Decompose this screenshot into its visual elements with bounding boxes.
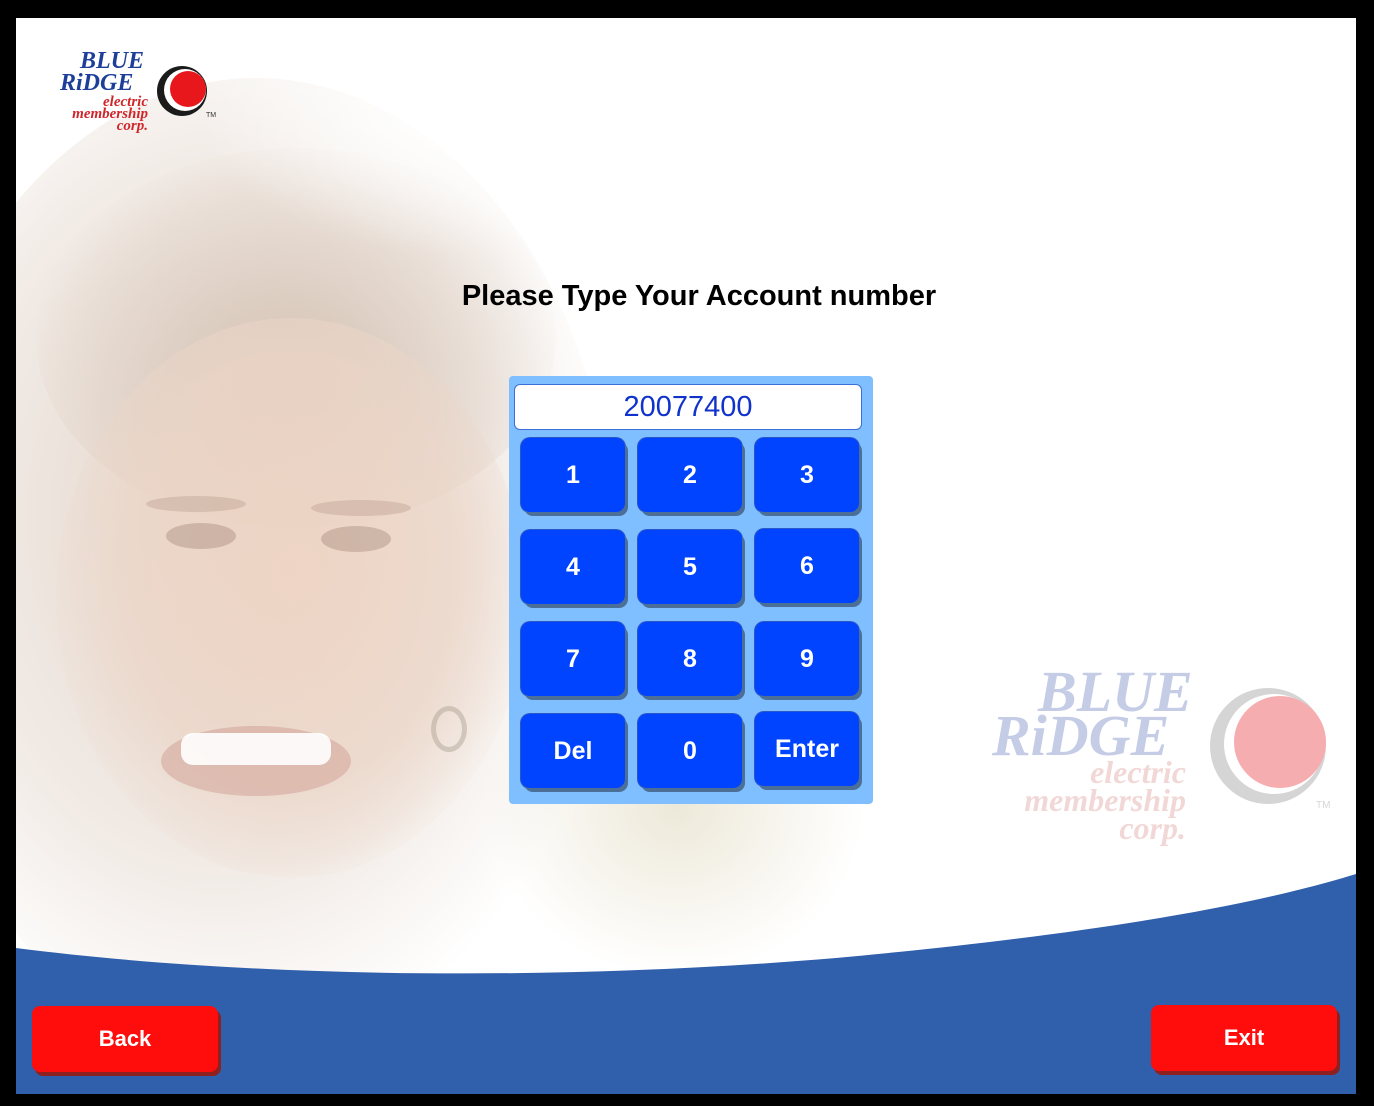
key-4[interactable]: 4 (521, 530, 625, 604)
exit-button[interactable]: Exit (1151, 1005, 1337, 1071)
photo-teeth (181, 733, 331, 765)
key-8[interactable]: 8 (638, 622, 742, 696)
photo-eye-left (166, 523, 236, 549)
key-7[interactable]: 7 (521, 622, 625, 696)
back-button[interactable]: Back (32, 1006, 218, 1072)
key-6[interactable]: 6 (755, 529, 859, 603)
photo-eye-right (321, 526, 391, 552)
watermark-circle-icon (1210, 688, 1326, 804)
watermark-trademark: TM (1316, 800, 1331, 811)
photo-brow-left (146, 496, 246, 512)
numeric-keypad: 20077400 1 2 3 4 5 6 7 8 9 Del 0 Enter (509, 376, 873, 804)
account-number-field[interactable]: 20077400 (514, 384, 862, 430)
brand-logo: BLUE RiDGE electric membership corp. TM (42, 48, 222, 158)
photo-brow-right (311, 500, 411, 516)
logo-text-corp: corp. (116, 118, 148, 134)
logo-circle-icon (157, 66, 207, 116)
key-5[interactable]: 5 (638, 530, 742, 604)
page-title: Please Type Your Account number (461, 280, 937, 312)
key-3[interactable]: 3 (755, 438, 859, 512)
photo-earring (431, 706, 467, 752)
logo-text-ridge: RiDGE (60, 70, 134, 96)
key-1[interactable]: 1 (521, 438, 625, 512)
enter-key[interactable]: Enter (755, 712, 859, 786)
key-9[interactable]: 9 (755, 622, 859, 696)
brand-logo-watermark: BLUE RiDGE electric membership corp. TM (956, 658, 1336, 858)
watermark-text-corp: corp. (1119, 810, 1186, 846)
kiosk-screen: BLUE RiDGE electric membership corp. TM … (16, 18, 1356, 1094)
photo-face-shape (56, 318, 526, 878)
delete-key[interactable]: Del (521, 714, 625, 788)
logo-trademark: TM (206, 112, 217, 119)
key-2[interactable]: 2 (638, 438, 742, 512)
key-0[interactable]: 0 (638, 714, 742, 788)
